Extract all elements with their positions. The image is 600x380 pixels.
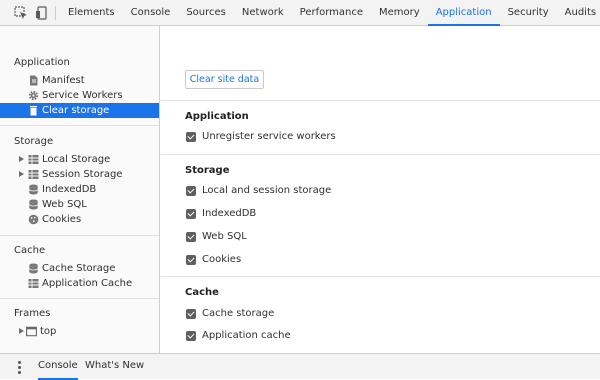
sidebar-item-local-storage[interactable]: Local Storage xyxy=(0,152,159,167)
devtools-toolbar: Elements Console Sources Network Perform… xyxy=(0,0,600,26)
grid-icon xyxy=(28,170,39,179)
sidebar-item-cache-storage[interactable]: Cache Storage xyxy=(0,261,159,276)
sidebar-item-cookies[interactable]: Cookies xyxy=(0,212,159,227)
expand-arrow-icon[interactable] xyxy=(19,328,24,334)
option-label: Unregister service workers xyxy=(202,131,336,142)
sidebar-item-label: IndexedDB xyxy=(42,184,97,195)
checkbox-checked[interactable] xyxy=(186,186,196,196)
checkbox-checked[interactable] xyxy=(186,232,196,242)
drawer-toolbar: Console What's New xyxy=(0,353,600,380)
sidebar-item-application-cache[interactable]: Application Cache xyxy=(0,276,159,291)
database-icon xyxy=(28,184,39,195)
sidebar-section-application: Application xyxy=(14,57,70,68)
option-label: Cookies xyxy=(202,254,242,265)
option-label: Local and session storage xyxy=(202,185,332,196)
option-cookies[interactable]: Cookies xyxy=(185,253,241,267)
tab-sources[interactable]: Sources xyxy=(178,0,234,26)
checkbox-checked[interactable] xyxy=(186,309,196,319)
drawer-tab-whats-new[interactable]: What's New xyxy=(85,354,144,380)
sidebar-item-label: Service Workers xyxy=(42,90,123,101)
section-title-application: Application xyxy=(185,111,249,122)
sidebar-item-label: Cache Storage xyxy=(42,263,116,274)
section-title-storage: Storage xyxy=(185,165,230,176)
toolbar-separator xyxy=(55,6,56,20)
option-indexeddb[interactable]: IndexedDB xyxy=(185,207,256,221)
trash-icon xyxy=(30,106,37,116)
option-unregister-service-workers[interactable]: Unregister service workers xyxy=(185,130,336,144)
sidebar-item-frame-top[interactable]: top xyxy=(0,324,159,339)
option-local-session-storage[interactable]: Local and session storage xyxy=(185,184,331,198)
option-cache-storage[interactable]: Cache storage xyxy=(185,307,274,321)
more-options-icon[interactable] xyxy=(18,361,21,374)
device-toolbar-icon[interactable] xyxy=(35,6,49,20)
grid-icon xyxy=(28,279,39,288)
checkbox-checked[interactable] xyxy=(186,209,196,219)
application-sidebar: Application Manifest Service Workers Cle… xyxy=(0,26,160,353)
option-label: Application cache xyxy=(202,330,291,341)
option-label: Web SQL xyxy=(202,231,247,242)
sidebar-item-service-workers[interactable]: Service Workers xyxy=(0,88,159,103)
sidebar-section-frames: Frames xyxy=(14,308,51,319)
panel-tabs: Elements Console Sources Network Perform… xyxy=(60,0,600,26)
drawer-tab-console[interactable]: Console xyxy=(38,354,78,380)
sidebar-item-label: Clear storage xyxy=(42,105,110,116)
sidebar-item-clear-storage[interactable]: Clear storage xyxy=(0,103,159,118)
database-icon xyxy=(28,263,39,274)
sidebar-item-label: Cookies xyxy=(42,214,82,225)
option-label: Cache storage xyxy=(202,308,275,319)
gear-icon xyxy=(28,90,39,101)
sidebar-item-manifest[interactable]: Manifest xyxy=(0,73,159,88)
grid-icon xyxy=(28,155,39,164)
sidebar-item-indexeddb[interactable]: IndexedDB xyxy=(0,182,159,197)
section-title-cache: Cache xyxy=(185,287,219,298)
option-application-cache[interactable]: Application cache xyxy=(185,329,291,343)
sidebar-item-label: Session Storage xyxy=(42,169,123,180)
sidebar-section-storage: Storage xyxy=(14,136,54,147)
expand-arrow-icon[interactable] xyxy=(19,156,24,162)
tab-console[interactable]: Console xyxy=(123,0,179,26)
sidebar-item-web-sql[interactable]: Web SQL xyxy=(0,197,159,212)
tab-elements[interactable]: Elements xyxy=(60,0,123,26)
tab-application[interactable]: Application xyxy=(427,0,500,26)
sidebar-item-label: Manifest xyxy=(42,75,85,86)
sidebar-item-label: Web SQL xyxy=(42,199,87,210)
sidebar-divider xyxy=(0,125,159,126)
clear-site-data-button[interactable]: Clear site data xyxy=(185,70,264,89)
clear-storage-panel: Clear site data Application Unregister s… xyxy=(161,26,600,353)
checkbox-checked[interactable] xyxy=(186,331,196,341)
option-web-sql[interactable]: Web SQL xyxy=(185,230,247,244)
inspect-element-icon[interactable] xyxy=(14,6,28,20)
cookie-icon xyxy=(28,214,39,225)
sidebar-item-label: top xyxy=(40,326,57,337)
sidebar-divider xyxy=(0,298,159,299)
sidebar-item-label: Local Storage xyxy=(42,154,111,165)
section-divider xyxy=(161,276,600,277)
tab-memory[interactable]: Memory xyxy=(371,0,428,26)
tab-network[interactable]: Network xyxy=(234,0,292,26)
expand-arrow-icon[interactable] xyxy=(19,171,24,177)
database-icon xyxy=(28,199,39,210)
tab-audits[interactable]: Audits xyxy=(557,0,600,26)
tab-security[interactable]: Security xyxy=(500,0,557,26)
checkbox-checked[interactable] xyxy=(186,255,196,265)
sidebar-section-cache: Cache xyxy=(14,245,46,256)
sidebar-item-label: Application Cache xyxy=(42,278,133,289)
manifest-icon xyxy=(30,75,38,86)
tab-performance[interactable]: Performance xyxy=(292,0,371,26)
sidebar-item-session-storage[interactable]: Session Storage xyxy=(0,167,159,182)
checkbox-checked[interactable] xyxy=(186,132,196,142)
sidebar-divider xyxy=(0,235,159,236)
section-divider xyxy=(161,154,600,155)
frame-icon xyxy=(26,326,37,337)
option-label: IndexedDB xyxy=(202,208,257,219)
section-divider xyxy=(161,100,600,101)
